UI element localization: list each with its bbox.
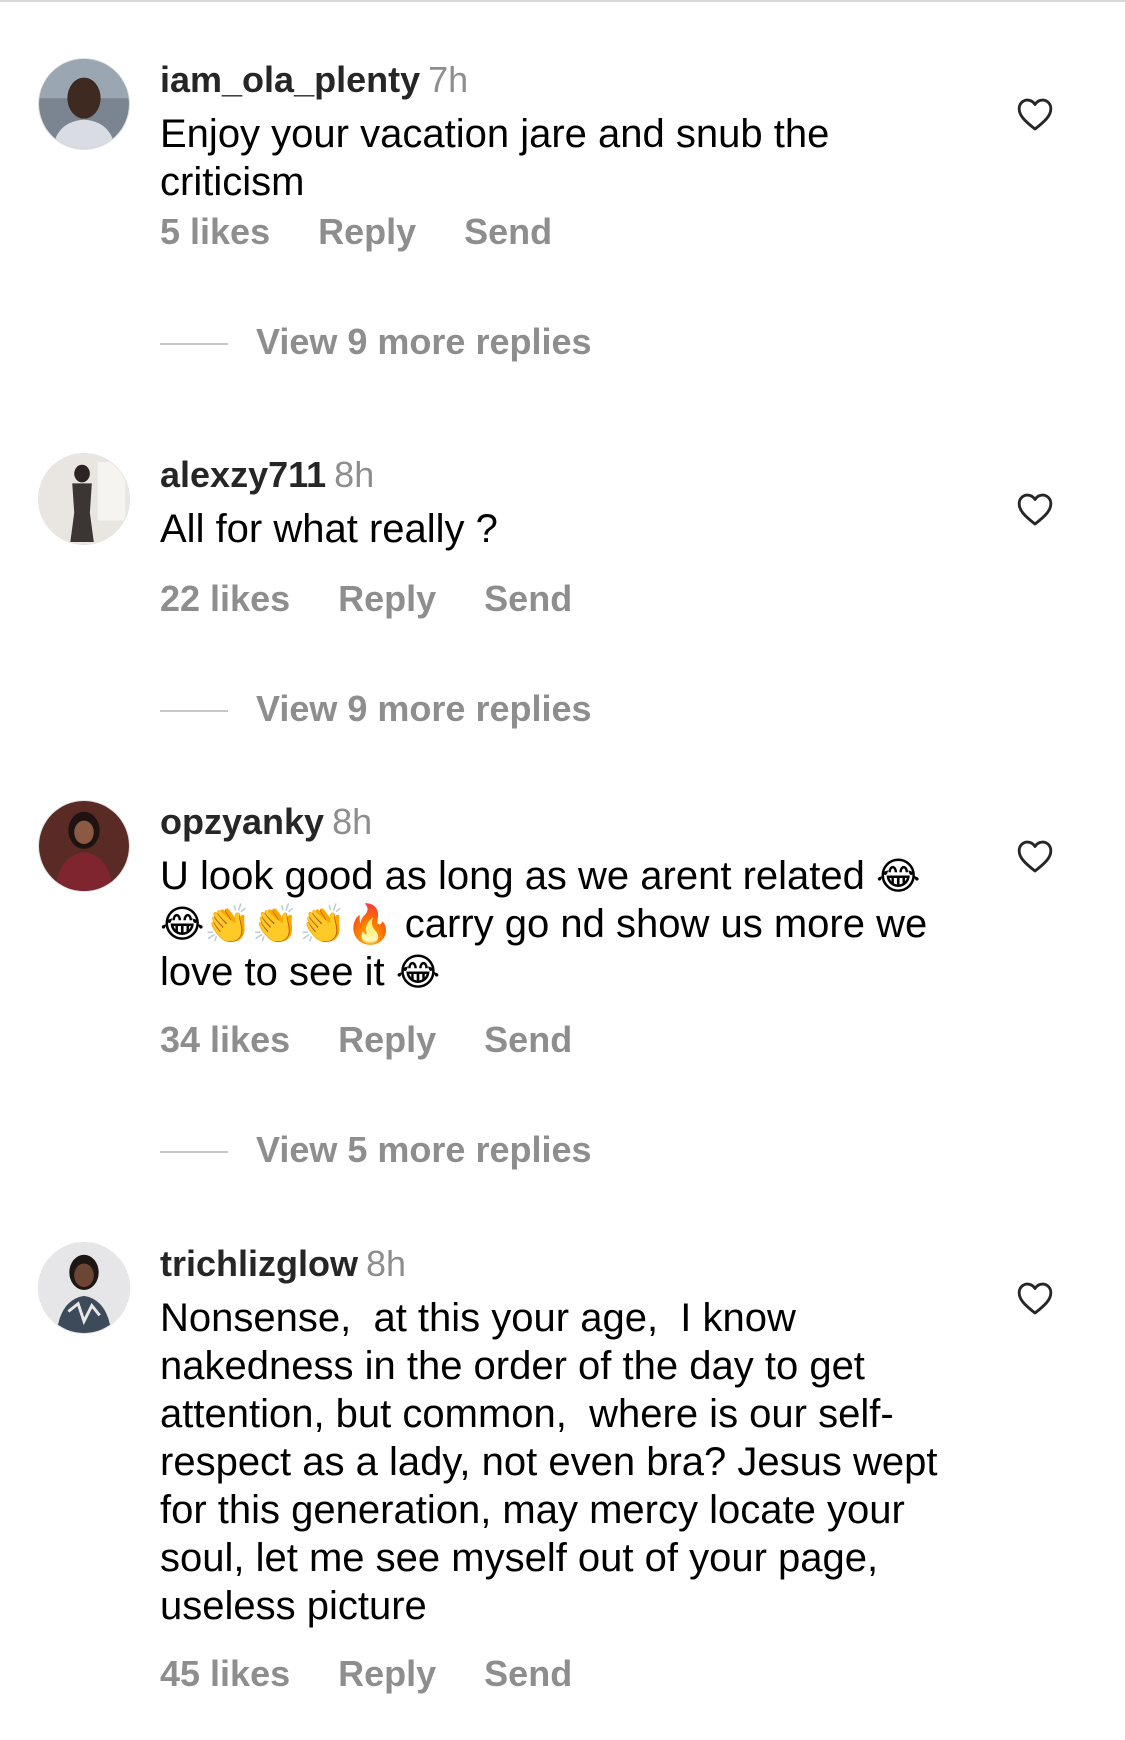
comment-text-part: U look good as long as we arent related (160, 854, 865, 898)
avatar[interactable] (38, 58, 130, 150)
username[interactable]: opzyanky (160, 801, 324, 842)
reply-button[interactable]: Reply (338, 1653, 436, 1694)
timestamp: 7h (428, 59, 469, 100)
view-more-label: View 9 more replies (256, 321, 592, 362)
reply-button[interactable]: Reply (338, 1019, 436, 1060)
comment-text: U look good as long as we arent related … (160, 852, 940, 996)
comment-text: Nonsense, at this your age, I know naked… (160, 1296, 949, 1628)
comment-actions: 5 likes Reply Send (160, 210, 600, 254)
heart-outline-icon[interactable] (1016, 96, 1054, 132)
send-button[interactable]: Send (484, 1019, 572, 1060)
avatar[interactable] (38, 1242, 130, 1334)
comment-actions: 34 likes Reply Send (160, 1018, 620, 1062)
reply-button[interactable]: Reply (318, 211, 416, 252)
likes-count[interactable]: 22 likes (160, 578, 290, 619)
avatar[interactable] (38, 453, 130, 545)
username[interactable]: alexzy711 (160, 454, 326, 495)
comment-text: All for what really ? (160, 507, 498, 551)
comment-text: Enjoy your vacation jare and snub the cr… (160, 112, 830, 204)
replies-divider (160, 343, 228, 346)
heart-outline-icon[interactable] (1016, 838, 1054, 874)
username[interactable]: iam_ola_plenty (160, 59, 420, 100)
send-button[interactable]: Send (464, 211, 552, 252)
view-more-label: View 9 more replies (256, 688, 592, 729)
likes-count[interactable]: 34 likes (160, 1019, 290, 1060)
timestamp: 8h (332, 801, 373, 842)
top-divider (0, 0, 1125, 2)
send-button[interactable]: Send (484, 1653, 572, 1694)
view-more-replies[interactable]: View 5 more replies (160, 1128, 592, 1172)
replies-divider (160, 710, 228, 713)
heart-outline-icon[interactable] (1016, 491, 1054, 527)
heart-outline-icon[interactable] (1016, 1280, 1054, 1316)
comment-header: iam_ola_plenty 7h (160, 58, 468, 102)
avatar[interactable] (38, 800, 130, 892)
likes-count[interactable]: 5 likes (160, 211, 270, 252)
emoji-run: 😂 (395, 950, 441, 994)
comment-actions: 45 likes Reply Send (160, 1652, 620, 1696)
comment-header: trichlizglow 8h (160, 1242, 406, 1286)
timestamp: 8h (366, 1243, 407, 1284)
comment-actions: 22 likes Reply Send (160, 577, 620, 621)
send-button[interactable]: Send (484, 578, 572, 619)
reply-button[interactable]: Reply (338, 578, 436, 619)
view-more-replies[interactable]: View 9 more replies (160, 687, 592, 731)
view-more-replies[interactable]: View 9 more replies (160, 320, 592, 364)
username[interactable]: trichlizglow (160, 1243, 358, 1284)
timestamp: 8h (334, 454, 375, 495)
likes-count[interactable]: 45 likes (160, 1653, 290, 1694)
comment-header: opzyanky 8h (160, 800, 372, 844)
comment-header: alexzy711 8h (160, 453, 374, 497)
replies-divider (160, 1151, 228, 1154)
view-more-label: View 5 more replies (256, 1129, 592, 1170)
